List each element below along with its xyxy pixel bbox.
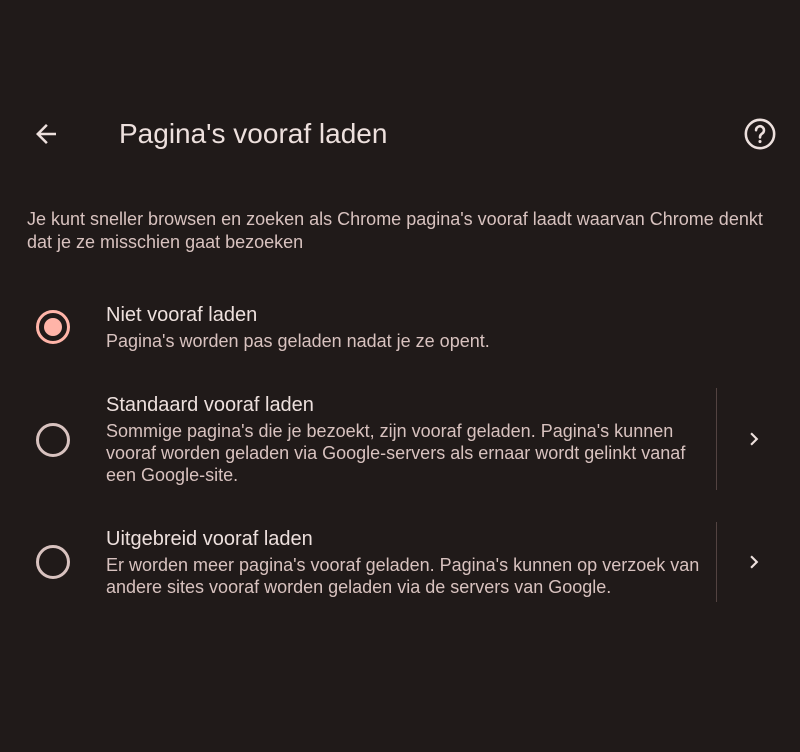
- option-subtitle: Pagina's worden pas geladen nadat je ze …: [106, 331, 490, 351]
- help-button[interactable]: [736, 110, 784, 158]
- option-text: Uitgebreid vooraf laden Er worden meer p…: [106, 526, 706, 598]
- top-app-bar: Pagina's vooraf laden: [0, 96, 800, 172]
- option-text: Standaard vooraf laden Sommige pagina's …: [106, 392, 706, 486]
- page-description: Je kunt sneller browsen en zoeken als Ch…: [27, 209, 763, 252]
- radio-button-no-preload[interactable]: [36, 310, 70, 344]
- extended-preload-details-button[interactable]: [738, 546, 770, 578]
- option-standard-preload[interactable]: Standaard vooraf laden Sommige pagina's …: [0, 388, 800, 490]
- option-title: Niet vooraf laden: [106, 304, 258, 326]
- option-subtitle: Er worden meer pagina's vooraf geladen. …: [106, 555, 700, 597]
- page-title: Pagina's vooraf laden: [119, 118, 388, 149]
- option-title: Standaard vooraf laden: [106, 394, 314, 416]
- back-button[interactable]: [22, 110, 70, 158]
- standard-preload-details-button[interactable]: [738, 423, 770, 455]
- option-subtitle: Sommige pagina's die je bezoekt, zijn vo…: [106, 421, 686, 485]
- divider: [716, 522, 717, 602]
- option-title: Uitgebreid vooraf laden: [106, 528, 313, 550]
- radio-button-extended-preload[interactable]: [36, 545, 70, 579]
- help-circle-icon: [744, 118, 776, 150]
- option-text: Niet vooraf laden Pagina's worden pas ge…: [106, 302, 706, 352]
- option-no-preload[interactable]: Niet vooraf laden Pagina's worden pas ge…: [0, 300, 800, 360]
- chevron-right-icon: [750, 432, 759, 446]
- divider: [716, 388, 717, 490]
- arrow-back-icon: [36, 124, 56, 144]
- option-extended-preload[interactable]: Uitgebreid vooraf laden Er worden meer p…: [0, 522, 800, 602]
- chevron-right-icon: [750, 555, 759, 569]
- radio-button-standard-preload[interactable]: [36, 423, 70, 457]
